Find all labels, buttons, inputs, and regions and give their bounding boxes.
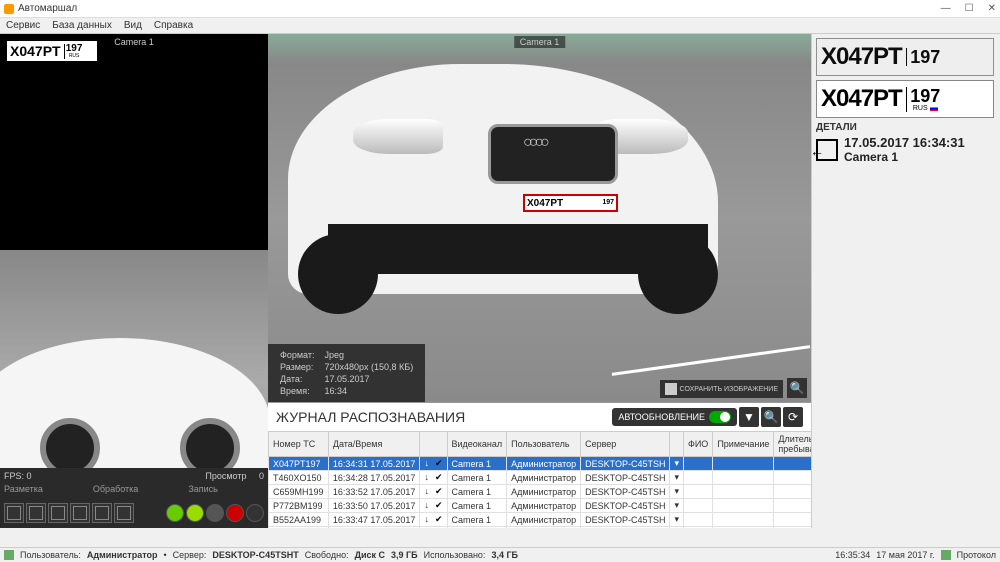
camera-label-left: Camera 1 (108, 36, 160, 48)
audi-logo-icon: ○○○○ (523, 134, 546, 152)
video-info-overlay: Формат:Jpeg Размер:720x480px (150,8 КБ) … (268, 344, 425, 402)
layout-3[interactable] (48, 503, 68, 523)
left-panel: Camera 1 X047PT 197 RUS FPS: 0 Просмотр … (0, 34, 268, 528)
video-view[interactable]: ○○○○ X047PT197 Формат:Jpeg Размер:720x48… (268, 34, 811, 402)
app-icon (4, 4, 14, 14)
camera-label-center: Camera 1 (514, 36, 566, 48)
window-title: Автомаршал (18, 3, 941, 14)
menu-help[interactable]: Справка (154, 20, 193, 31)
status-protocol[interactable]: Протокол (957, 550, 996, 560)
center-panel: Camera 1 ○○○○ X047PT197 Формат:Jpeg Разм… (268, 34, 811, 528)
label-record: Запись (188, 484, 218, 498)
play-button[interactable] (166, 504, 184, 522)
layout-2[interactable] (26, 503, 46, 523)
statusbar: Пользователь:Администратор • Сервер:DESK… (0, 547, 1000, 562)
layout-1[interactable] (4, 503, 24, 523)
car-preview (0, 250, 268, 468)
table-row[interactable]: C659MH19916:33:52 17.05.2017↓ ✔Camera 1А… (269, 485, 812, 499)
journal-title: ЖУРНАЛ РАСПОЗНАВАНИЯ (276, 409, 465, 425)
titlebar: Автомаршал — ☐ ✕ (0, 0, 1000, 18)
close-button[interactable]: ✕ (988, 3, 996, 14)
menu-database[interactable]: База данных (52, 20, 112, 31)
exit-direction-icon (816, 139, 838, 161)
menu-service[interactable]: Сервис (6, 20, 40, 31)
menubar: Сервис База данных Вид Справка (0, 18, 1000, 34)
step-button[interactable] (186, 504, 204, 522)
layout-toolbar (0, 498, 268, 528)
table-row[interactable]: X047PT19716:34:31 17.05.2017↓ ✔Camera 1А… (269, 457, 812, 471)
table-row[interactable]: T460XO15016:34:28 17.05.2017↓ ✔Camera 1А… (269, 471, 812, 485)
status-time: 16:35:34 (835, 550, 870, 560)
refresh-icon[interactable]: ⟳ (783, 407, 803, 427)
right-panel: X047PT 197 X047PT 197RUS ДЕТАЛИ 17.05.20… (811, 34, 1000, 528)
menu-view[interactable]: Вид (124, 20, 142, 31)
plate-raw: X047PT 197 (816, 38, 994, 76)
protocol-icon (941, 550, 951, 560)
table-row[interactable]: P772BM19916:33:50 17.05.2017↓ ✔Camera 1А… (269, 499, 812, 513)
detail-camera: Camera 1 (844, 150, 965, 164)
column-header[interactable]: Пользователь (507, 432, 581, 457)
fps-row: FPS: 0 Просмотр 0 (0, 468, 268, 484)
detail-datetime: 17.05.2017 16:34:31 (844, 135, 965, 150)
plate-crop: X047PT 197 RUS (6, 40, 98, 62)
journal-table[interactable]: Номер ТСДата/Время ВидеоканалПользователь… (268, 431, 811, 528)
journal-panel: ЖУРНАЛ РАСПОЗНАВАНИЯ АВТООБНОВЛЕНИЕ ▼ 🔍 … (268, 402, 811, 528)
filter-icon[interactable]: ▼ (739, 407, 759, 427)
layout-6[interactable] (114, 503, 134, 523)
column-header[interactable]: Номер ТС (269, 432, 329, 457)
column-header[interactable]: Видеоканал (447, 432, 507, 457)
save-image-button[interactable]: СОХРАНИТЬ ИЗОБРАЖЕНИЕ (660, 380, 783, 398)
user-icon (4, 550, 14, 560)
column-header[interactable]: Сервер (581, 432, 670, 457)
zoom-button[interactable]: 🔍 (787, 378, 807, 398)
column-header[interactable]: Примечание (713, 432, 774, 457)
vehicle-image: ○○○○ X047PT197 (288, 64, 718, 294)
table-row[interactable]: B552AA19916:33:47 17.05.2017↓ ✔Camera 1А… (269, 513, 812, 527)
label-markup: Разметка (4, 484, 43, 498)
auto-update-toggle[interactable]: АВТООБНОВЛЕНИЕ (612, 408, 737, 426)
plate-region: 197 RUS (64, 44, 84, 59)
flag-icon (930, 106, 938, 111)
plate-main: X047PT (7, 43, 64, 59)
label-processing: Обработка (93, 484, 138, 498)
layout-5[interactable] (92, 503, 112, 523)
maximize-button[interactable]: ☐ (965, 3, 974, 14)
record-button[interactable] (226, 504, 244, 522)
column-header[interactable]: Дата/Время (328, 432, 420, 457)
table-row[interactable]: A288MP15016:33:45 17.05.2017↓ ✔Camera 1А… (269, 527, 812, 529)
search-icon[interactable]: 🔍 (761, 407, 781, 427)
status-date: 17 мая 2017 г. (876, 550, 934, 560)
plate-clean: X047PT 197RUS (816, 80, 994, 118)
extra-button[interactable] (246, 504, 264, 522)
stop-button[interactable] (206, 504, 224, 522)
details-label: ДЕТАЛИ (816, 122, 996, 133)
column-header[interactable] (420, 432, 447, 457)
minimize-button[interactable]: — (941, 3, 951, 14)
column-header[interactable] (670, 432, 684, 457)
plate-on-vehicle: X047PT197 (523, 194, 618, 212)
layout-4[interactable] (70, 503, 90, 523)
column-header[interactable]: Длительность пребывания (774, 432, 811, 457)
column-header[interactable]: ФИО (684, 432, 713, 457)
save-icon (665, 383, 677, 395)
